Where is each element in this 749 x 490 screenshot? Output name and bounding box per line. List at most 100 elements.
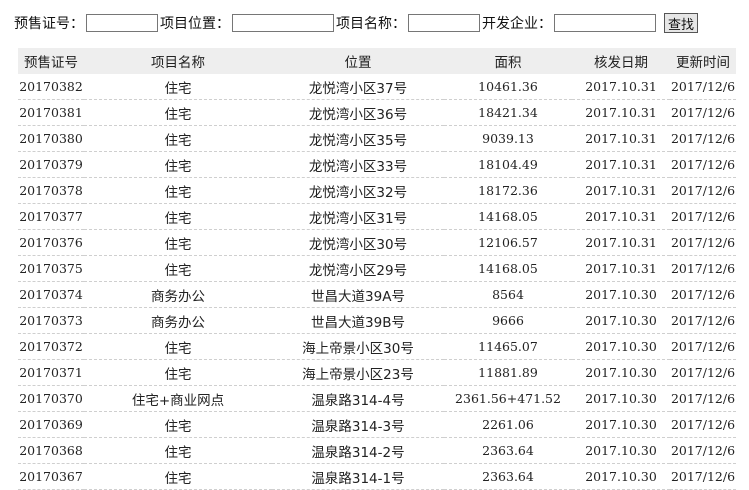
cell-area: 8564 bbox=[444, 281, 572, 308]
cell-project-name: 住宅 bbox=[84, 255, 272, 282]
cell-project-name: 住宅 bbox=[84, 437, 272, 464]
cell-area: 2363.64 bbox=[444, 437, 572, 464]
cell-project-name: 商务办公 bbox=[84, 281, 272, 308]
table-row: 20170378 住宅 龙悦湾小区32号 18172.36 2017.10.31 2017… bbox=[18, 177, 736, 204]
cell-presale-number: 20170377 bbox=[18, 203, 84, 230]
cell-location: 温泉路314-3号 bbox=[272, 411, 444, 438]
cell-issue-date: 2017.10.30 bbox=[572, 307, 670, 334]
cell-presale-number: 20170368 bbox=[18, 437, 84, 464]
cell-issue-date: 2017.10.30 bbox=[572, 411, 670, 438]
cell-update-time: 2017/12/6 bbox=[670, 74, 736, 100]
cell-presale-number: 20170376 bbox=[18, 229, 84, 256]
cell-issue-date: 2017.10.31 bbox=[572, 177, 670, 204]
header-area: 面积 bbox=[444, 48, 572, 74]
cell-presale-number: 20170374 bbox=[18, 281, 84, 308]
cell-area: 11881.89 bbox=[444, 359, 572, 386]
cell-location: 海上帝景小区30号 bbox=[272, 333, 444, 360]
cell-project-name: 住宅 bbox=[84, 99, 272, 126]
cell-update-time: 2017/12/6 bbox=[670, 307, 736, 334]
cell-area: 12106.57 bbox=[444, 229, 572, 256]
cell-project-name: 住宅 bbox=[84, 463, 272, 490]
cell-location: 龙悦湾小区31号 bbox=[272, 203, 444, 230]
project-location-label: 项目位置： bbox=[160, 16, 230, 32]
cell-issue-date: 2017.10.30 bbox=[572, 359, 670, 386]
cell-project-name: 住宅 bbox=[84, 229, 272, 256]
project-location-input[interactable] bbox=[232, 14, 334, 32]
cell-project-name: 住宅 bbox=[84, 125, 272, 152]
table-row: 20170379 住宅 龙悦湾小区33号 18104.49 2017.10.31 2017… bbox=[18, 151, 736, 178]
developer-label: 开发企业： bbox=[482, 16, 552, 32]
cell-location: 温泉路314-2号 bbox=[272, 437, 444, 464]
header-presale-number: 预售证号 bbox=[18, 48, 84, 74]
cell-area: 2361.56+471.52 bbox=[444, 385, 572, 412]
table-header-row: 预售证号 项目名称 位置 面积 核发日期 更新时间 bbox=[18, 48, 736, 74]
cell-issue-date: 2017.10.30 bbox=[572, 437, 670, 464]
presale-number-label: 预售证号： bbox=[14, 16, 84, 32]
cell-area: 9039.13 bbox=[444, 125, 572, 152]
cell-update-time: 2017/12/6 bbox=[670, 463, 736, 490]
cell-issue-date: 2017.10.30 bbox=[572, 281, 670, 308]
cell-issue-date: 2017.10.31 bbox=[572, 255, 670, 282]
cell-location: 海上帝景小区23号 bbox=[272, 359, 444, 386]
cell-update-time: 2017/12/6 bbox=[670, 203, 736, 230]
cell-project-name: 住宅 bbox=[84, 411, 272, 438]
cell-update-time: 2017/12/6 bbox=[670, 281, 736, 308]
cell-presale-number: 20170367 bbox=[18, 463, 84, 490]
header-issue-date: 核发日期 bbox=[572, 48, 670, 74]
search-button[interactable]: 查找 bbox=[664, 13, 699, 33]
cell-location: 龙悦湾小区30号 bbox=[272, 229, 444, 256]
cell-area: 18104.49 bbox=[444, 151, 572, 178]
table-row: 20170372 住宅 海上帝景小区30号 11465.07 2017.10.30 201… bbox=[18, 333, 736, 360]
table-row: 20170370 住宅+商业网点 温泉路314-4号 2361.56+471.52 20… bbox=[18, 385, 736, 412]
cell-update-time: 2017/12/6 bbox=[670, 411, 736, 438]
table-body: 20170382 住宅 龙悦湾小区37号 10461.36 2017.10.31 2017… bbox=[18, 74, 736, 490]
cell-issue-date: 2017.10.30 bbox=[572, 333, 670, 360]
cell-presale-number: 20170382 bbox=[18, 74, 84, 100]
cell-issue-date: 2017.10.31 bbox=[572, 74, 670, 100]
cell-location: 世昌大道39A号 bbox=[272, 281, 444, 308]
presale-number-input[interactable] bbox=[86, 14, 158, 32]
presale-table: 预售证号 项目名称 位置 面积 核发日期 更新时间 20170382 住宅 龙悦湾小… bbox=[18, 48, 736, 490]
cell-location: 龙悦湾小区36号 bbox=[272, 99, 444, 126]
cell-update-time: 2017/12/6 bbox=[670, 437, 736, 464]
table-row: 20170371 住宅 海上帝景小区23号 11881.89 2017.10.30 201… bbox=[18, 359, 736, 386]
table-row: 20170373 商务办公 世昌大道39B号 9666 2017.10.30 2017/1… bbox=[18, 307, 736, 334]
cell-update-time: 2017/12/6 bbox=[670, 385, 736, 412]
cell-issue-date: 2017.10.31 bbox=[572, 203, 670, 230]
cell-update-time: 2017/12/6 bbox=[670, 359, 736, 386]
table-row: 20170367 住宅 温泉路314-1号 2363.64 2017.10.30 2017… bbox=[18, 463, 736, 490]
project-name-label: 项目名称： bbox=[336, 16, 406, 32]
cell-update-time: 2017/12/6 bbox=[670, 333, 736, 360]
project-name-input[interactable] bbox=[408, 14, 480, 32]
cell-presale-number: 20170370 bbox=[18, 385, 84, 412]
cell-project-name: 住宅 bbox=[84, 333, 272, 360]
cell-issue-date: 2017.10.31 bbox=[572, 229, 670, 256]
cell-issue-date: 2017.10.30 bbox=[572, 463, 670, 490]
cell-project-name: 住宅 bbox=[84, 151, 272, 178]
cell-location: 世昌大道39B号 bbox=[272, 307, 444, 334]
table-row: 20170376 住宅 龙悦湾小区30号 12106.57 2017.10.31 2017… bbox=[18, 229, 736, 256]
cell-location: 龙悦湾小区29号 bbox=[272, 255, 444, 282]
cell-presale-number: 20170379 bbox=[18, 151, 84, 178]
cell-presale-number: 20170371 bbox=[18, 359, 84, 386]
cell-location: 温泉路314-4号 bbox=[272, 385, 444, 412]
cell-update-time: 2017/12/6 bbox=[670, 255, 736, 282]
cell-area: 11465.07 bbox=[444, 333, 572, 360]
cell-area: 14168.05 bbox=[444, 203, 572, 230]
cell-area: 10461.36 bbox=[444, 74, 572, 100]
header-location: 位置 bbox=[272, 48, 444, 74]
cell-issue-date: 2017.10.31 bbox=[572, 99, 670, 126]
cell-project-name: 住宅+商业网点 bbox=[84, 385, 272, 412]
cell-location: 龙悦湾小区35号 bbox=[272, 125, 444, 152]
cell-update-time: 2017/12/6 bbox=[670, 125, 736, 152]
cell-location: 龙悦湾小区32号 bbox=[272, 177, 444, 204]
cell-location: 龙悦湾小区33号 bbox=[272, 151, 444, 178]
cell-presale-number: 20170373 bbox=[18, 307, 84, 334]
developer-input[interactable] bbox=[554, 14, 656, 32]
header-update-time: 更新时间 bbox=[670, 48, 736, 74]
cell-update-time: 2017/12/6 bbox=[670, 229, 736, 256]
cell-area: 9666 bbox=[444, 307, 572, 334]
cell-issue-date: 2017.10.31 bbox=[572, 125, 670, 152]
cell-update-time: 2017/12/6 bbox=[670, 151, 736, 178]
cell-project-name: 住宅 bbox=[84, 203, 272, 230]
